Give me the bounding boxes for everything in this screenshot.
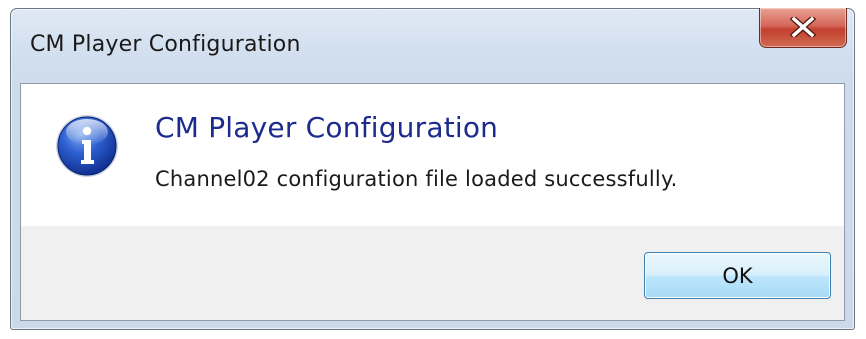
dialog-body: CM Player Configuration Channel02 config… [20, 83, 845, 321]
close-button[interactable] [759, 8, 847, 48]
ok-button[interactable]: OK [644, 252, 831, 299]
dialog-window: CM Player Configuration CM Player Config… [10, 8, 855, 330]
main-instruction: CM Player Configuration [155, 111, 499, 144]
message-text: Channel02 configuration file loaded succ… [155, 167, 678, 191]
window-title: CM Player Configuration [30, 32, 301, 57]
content-area: CM Player Configuration Channel02 config… [21, 84, 844, 226]
information-icon [56, 115, 118, 177]
title-bar[interactable]: CM Player Configuration [11, 8, 854, 81]
close-icon [790, 17, 816, 37]
